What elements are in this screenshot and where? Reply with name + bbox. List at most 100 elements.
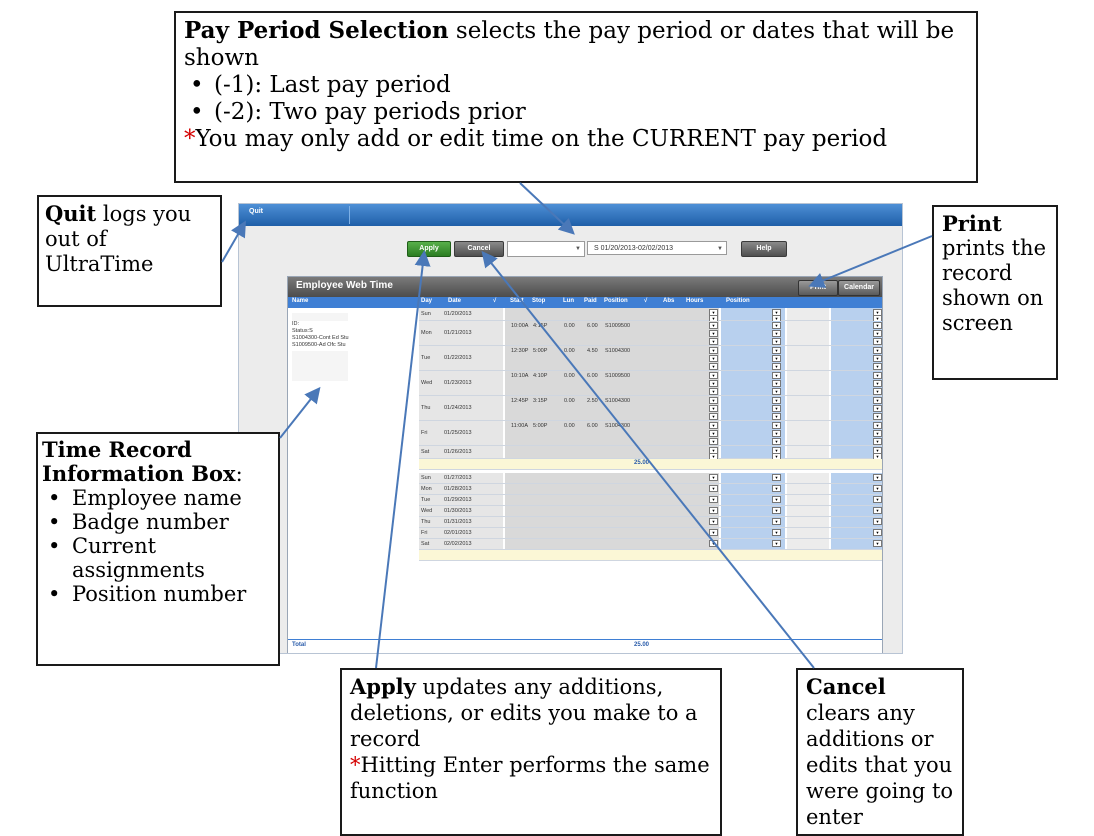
- chevron-down-icon[interactable]: ▼: [772, 474, 781, 481]
- stop-value[interactable]: 5:00P: [533, 348, 547, 354]
- chevron-down-icon[interactable]: ▼: [873, 330, 882, 337]
- chevron-down-icon[interactable]: ▼: [873, 338, 882, 345]
- chevron-down-icon[interactable]: ▼: [873, 540, 882, 547]
- chevron-down-icon[interactable]: ▼: [709, 485, 718, 492]
- chevron-down-icon[interactable]: ▼: [709, 422, 718, 429]
- chevron-down-icon[interactable]: ▼: [709, 322, 718, 329]
- chevron-down-icon[interactable]: ▼: [772, 529, 781, 536]
- chevron-down-icon[interactable]: ▼: [709, 518, 718, 525]
- chevron-down-icon[interactable]: ▼: [709, 540, 718, 547]
- chevron-down-icon[interactable]: ▼: [709, 338, 718, 345]
- chevron-down-icon[interactable]: ▼: [709, 355, 718, 362]
- chevron-down-icon[interactable]: ▼: [873, 422, 882, 429]
- chevron-down-icon[interactable]: ▼: [772, 485, 781, 492]
- chevron-down-icon[interactable]: ▼: [709, 330, 718, 337]
- chevron-down-icon[interactable]: ▼: [709, 507, 718, 514]
- chevron-down-icon[interactable]: ▼: [873, 405, 882, 412]
- chevron-down-icon[interactable]: ▼: [709, 474, 718, 481]
- lun-value[interactable]: 0.00: [564, 323, 575, 329]
- chevron-down-icon[interactable]: ▼: [772, 518, 781, 525]
- chevron-down-icon[interactable]: ▼: [873, 430, 882, 437]
- chevron-down-icon[interactable]: ▼: [873, 380, 882, 387]
- lun-value[interactable]: 0.00: [564, 373, 575, 379]
- chevron-down-icon[interactable]: ▼: [709, 347, 718, 354]
- chevron-down-icon[interactable]: ▼: [873, 485, 882, 492]
- lun-value[interactable]: 0.00: [564, 398, 575, 404]
- chevron-down-icon[interactable]: ▼: [873, 496, 882, 503]
- chevron-down-icon[interactable]: ▼: [709, 438, 718, 445]
- chevron-down-icon[interactable]: ▼: [772, 397, 781, 404]
- stop-value[interactable]: 4:15P: [533, 323, 547, 329]
- chevron-down-icon[interactable]: ▼: [709, 388, 718, 395]
- help-button[interactable]: Help: [741, 241, 787, 257]
- employee-web-time-panel: Employee Web Time Print Calendar Name Day…: [287, 276, 883, 653]
- chevron-down-icon[interactable]: ▼: [772, 322, 781, 329]
- stop-value[interactable]: 3:15P: [533, 398, 547, 404]
- chevron-down-icon[interactable]: ▼: [873, 474, 882, 481]
- chevron-down-icon[interactable]: ▼: [873, 438, 882, 445]
- lun-value[interactable]: 0.00: [564, 348, 575, 354]
- start-value[interactable]: 11:00A: [511, 423, 528, 429]
- chevron-down-icon[interactable]: ▼: [772, 438, 781, 445]
- chevron-down-icon[interactable]: ▼: [772, 347, 781, 354]
- chevron-down-icon[interactable]: ▼: [772, 507, 781, 514]
- pay-period-select[interactable]: S 01/20/2013-02/02/2013 ▼: [587, 241, 727, 255]
- paid-value[interactable]: 6.00: [587, 423, 598, 429]
- chevron-down-icon[interactable]: ▼: [873, 518, 882, 525]
- start-value[interactable]: 12:30P: [511, 348, 528, 354]
- chevron-down-icon[interactable]: ▼: [709, 496, 718, 503]
- paid-value[interactable]: 4.50: [587, 348, 598, 354]
- paid-value[interactable]: 2.50: [587, 398, 598, 404]
- chevron-down-icon[interactable]: ▼: [709, 430, 718, 437]
- chevron-down-icon[interactable]: ▼: [772, 388, 781, 395]
- chevron-down-icon[interactable]: ▼: [772, 380, 781, 387]
- chevron-down-icon[interactable]: ▼: [873, 355, 882, 362]
- pos-value[interactable]: S1004300: [605, 348, 630, 354]
- chevron-down-icon[interactable]: ▼: [873, 363, 882, 370]
- quit-link[interactable]: Quit: [249, 208, 263, 215]
- chevron-down-icon[interactable]: ▼: [873, 388, 882, 395]
- chevron-down-icon[interactable]: ▼: [709, 413, 718, 420]
- chevron-down-icon[interactable]: ▼: [709, 405, 718, 412]
- apply-button[interactable]: Apply: [407, 241, 451, 257]
- cancel-button[interactable]: Cancel: [454, 241, 504, 257]
- chevron-down-icon[interactable]: ▼: [873, 507, 882, 514]
- chevron-down-icon[interactable]: ▼: [873, 397, 882, 404]
- chevron-down-icon[interactable]: ▼: [873, 413, 882, 420]
- stop-value[interactable]: 5:00P: [533, 423, 547, 429]
- paid-value[interactable]: 6.00: [587, 323, 598, 329]
- chevron-down-icon[interactable]: ▼: [772, 540, 781, 547]
- pos-value[interactable]: S1009500: [605, 323, 630, 329]
- pos-value[interactable]: S1004300: [605, 423, 630, 429]
- pay-period-offset-select[interactable]: ▼: [507, 241, 585, 257]
- chevron-down-icon[interactable]: ▼: [772, 363, 781, 370]
- start-value[interactable]: 10:10A: [511, 373, 528, 379]
- chevron-down-icon[interactable]: ▼: [772, 430, 781, 437]
- chevron-down-icon[interactable]: ▼: [709, 397, 718, 404]
- chevron-down-icon[interactable]: ▼: [873, 372, 882, 379]
- print-button[interactable]: Print: [798, 280, 838, 296]
- chevron-down-icon[interactable]: ▼: [772, 355, 781, 362]
- start-value[interactable]: 10:00A: [511, 323, 528, 329]
- pos-value[interactable]: S1004300: [605, 398, 630, 404]
- stop-value[interactable]: 4:10P: [533, 373, 547, 379]
- start-value[interactable]: 12:45P: [511, 398, 528, 404]
- chevron-down-icon[interactable]: ▼: [709, 372, 718, 379]
- chevron-down-icon[interactable]: ▼: [772, 330, 781, 337]
- chevron-down-icon[interactable]: ▼: [709, 380, 718, 387]
- chevron-down-icon[interactable]: ▼: [873, 347, 882, 354]
- chevron-down-icon[interactable]: ▼: [772, 496, 781, 503]
- calendar-button[interactable]: Calendar: [838, 280, 880, 296]
- chevron-down-icon[interactable]: ▼: [772, 372, 781, 379]
- chevron-down-icon[interactable]: ▼: [772, 413, 781, 420]
- chevron-down-icon[interactable]: ▼: [772, 405, 781, 412]
- chevron-down-icon[interactable]: ▼: [772, 422, 781, 429]
- chevron-down-icon[interactable]: ▼: [873, 529, 882, 536]
- paid-value[interactable]: 6.00: [587, 373, 598, 379]
- lun-value[interactable]: 0.00: [564, 423, 575, 429]
- chevron-down-icon[interactable]: ▼: [873, 322, 882, 329]
- chevron-down-icon[interactable]: ▼: [772, 338, 781, 345]
- chevron-down-icon[interactable]: ▼: [709, 529, 718, 536]
- chevron-down-icon[interactable]: ▼: [709, 363, 718, 370]
- pos-value[interactable]: S1009500: [605, 373, 630, 379]
